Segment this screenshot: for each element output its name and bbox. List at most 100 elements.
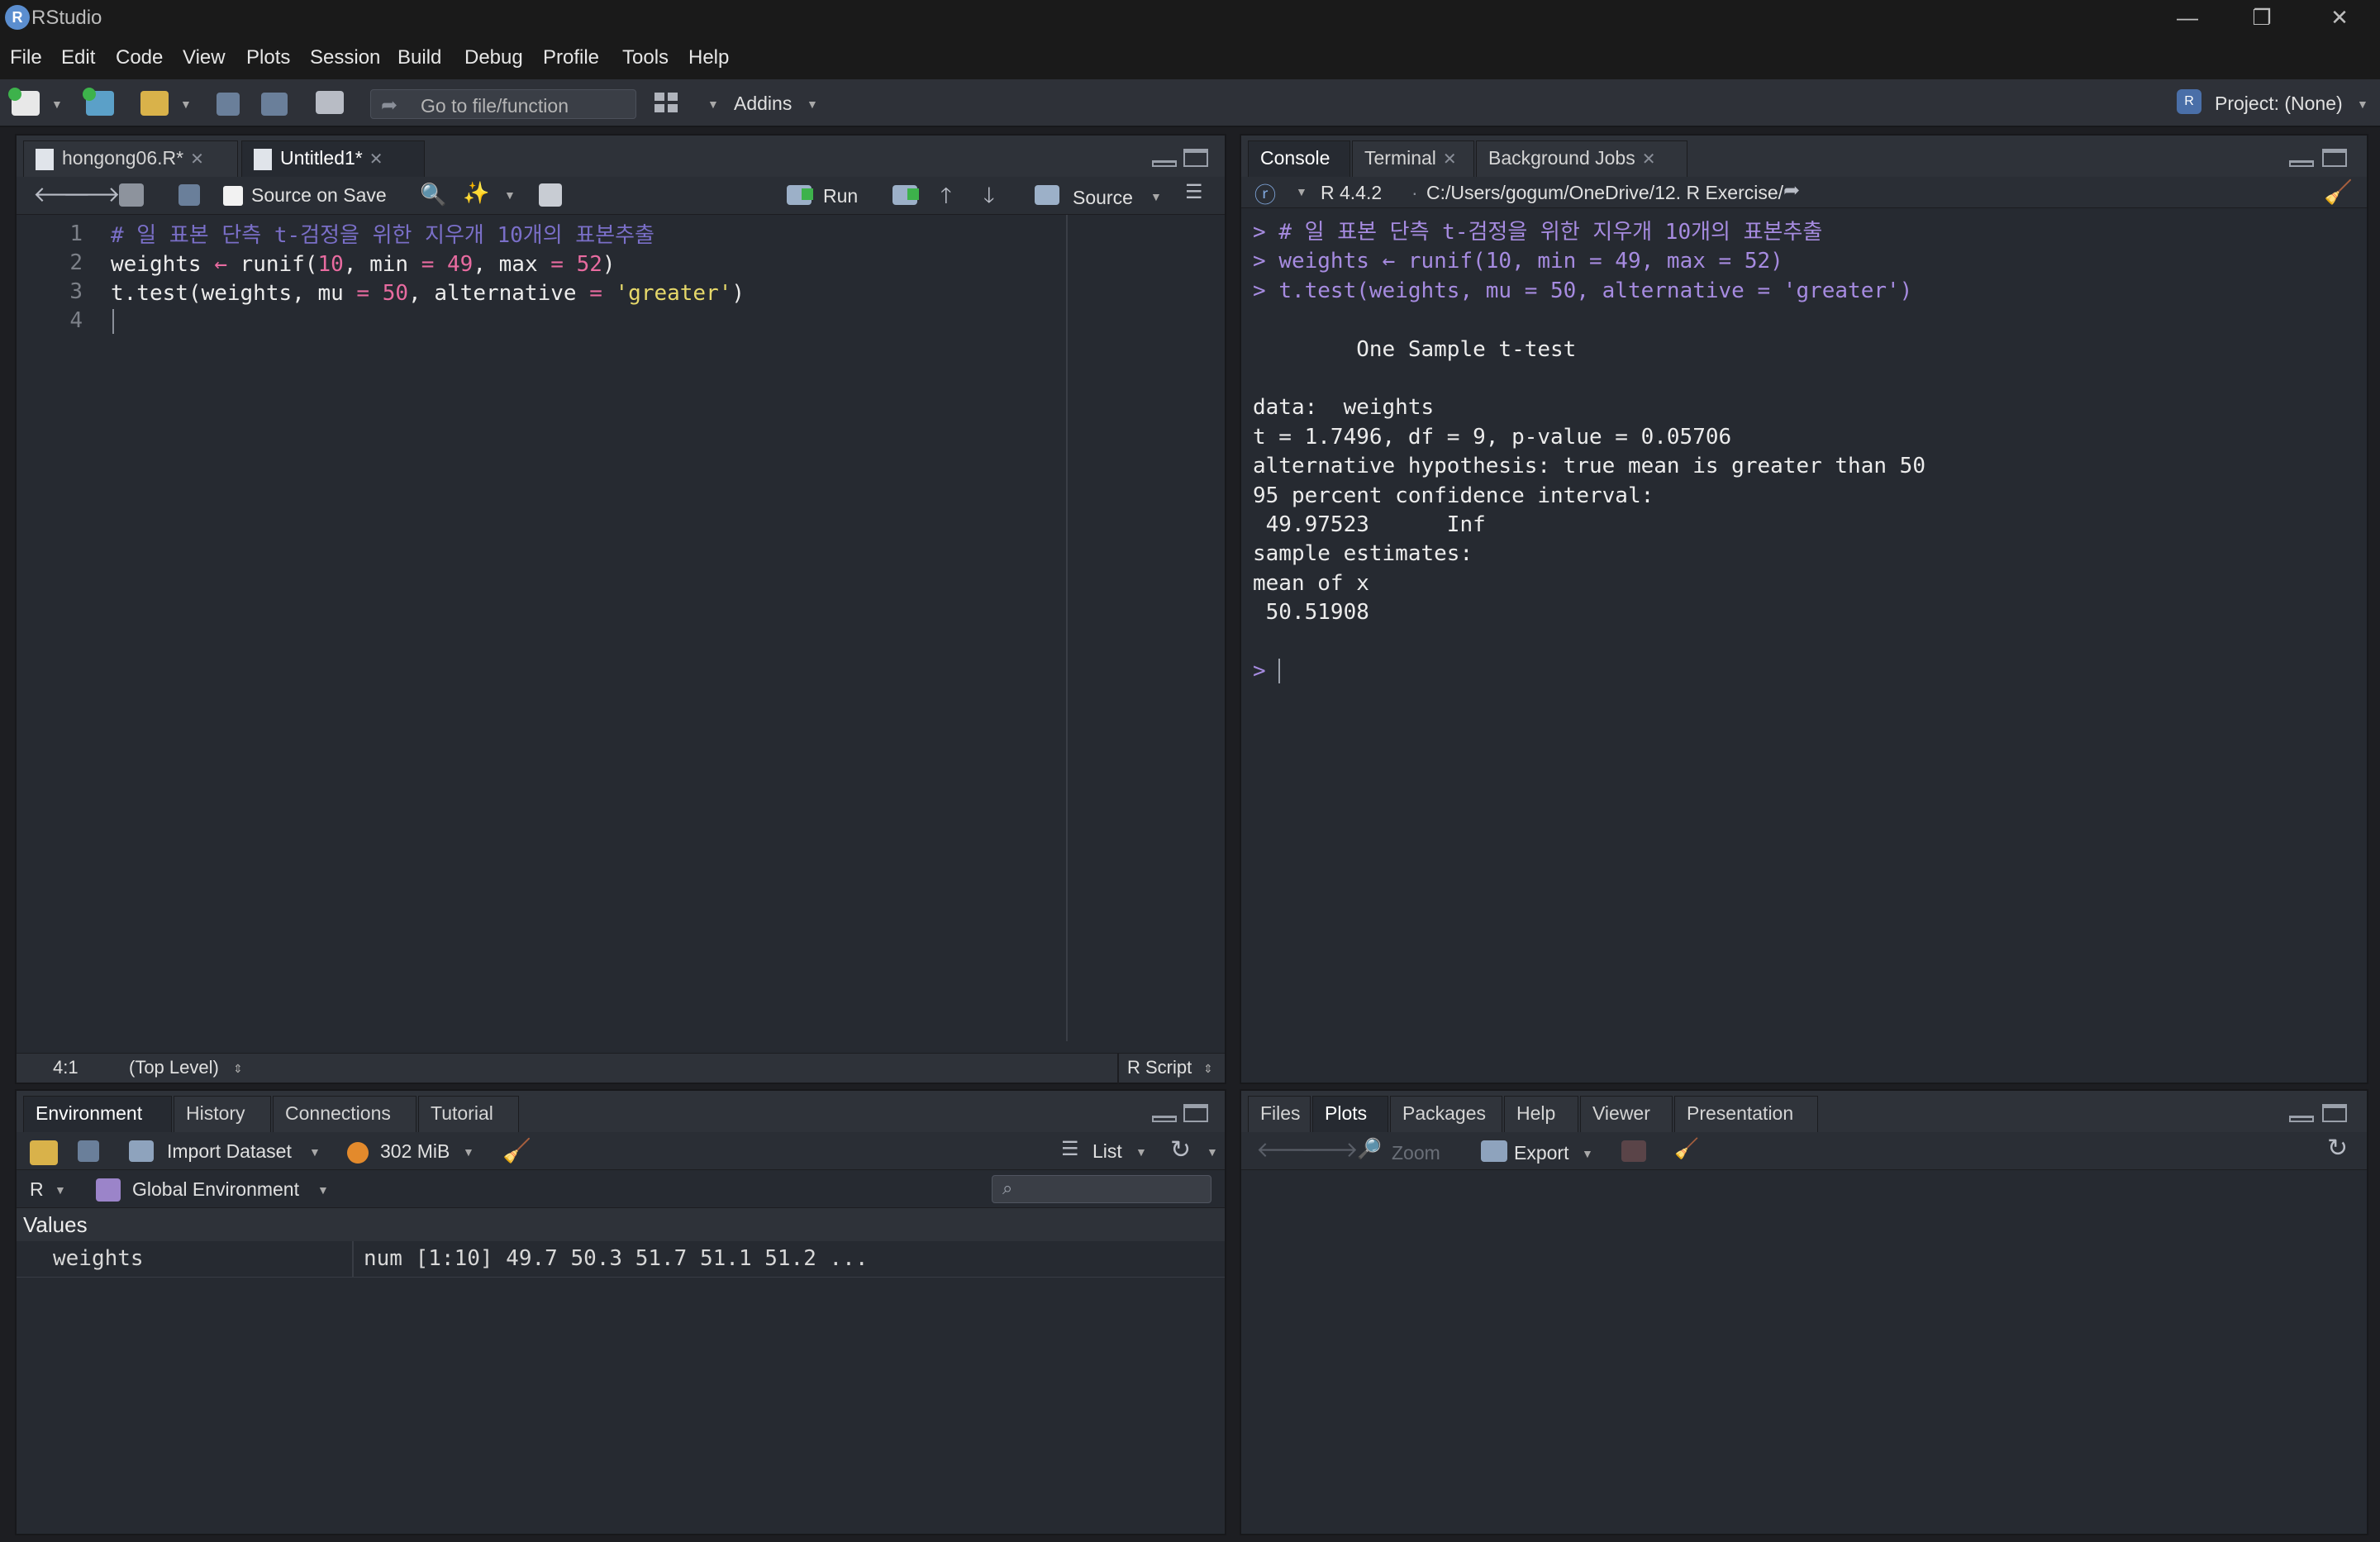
save-icon[interactable] bbox=[217, 93, 240, 116]
tab-console[interactable]: Console bbox=[1248, 140, 1350, 177]
tab-terminal[interactable]: Terminal ✕ bbox=[1352, 140, 1474, 177]
refresh-dropdown-icon[interactable]: ▼ bbox=[1207, 1145, 1218, 1159]
environment-scope-selector[interactable]: Global Environment bbox=[132, 1178, 299, 1201]
search-icon[interactable]: 🔍 bbox=[420, 182, 446, 207]
project-menu[interactable]: Project: (None) bbox=[2215, 93, 2343, 115]
tab-connections[interactable]: Connections bbox=[273, 1096, 416, 1132]
minimize-pane-icon[interactable] bbox=[1152, 160, 1177, 167]
menu-tools[interactable]: Tools bbox=[622, 46, 669, 69]
tab-background-jobs[interactable]: Background Jobs ✕ bbox=[1476, 140, 1687, 177]
code-tools-dropdown-icon[interactable]: ▼ bbox=[504, 188, 516, 202]
source-dropdown-icon[interactable]: ▼ bbox=[1150, 190, 1162, 203]
file-type-selector[interactable]: R Script bbox=[1127, 1057, 1192, 1078]
tab-environment[interactable]: Environment bbox=[23, 1096, 172, 1132]
document-outline-icon[interactable]: ☰ bbox=[1185, 180, 1203, 204]
tab-presentation[interactable]: Presentation bbox=[1674, 1096, 1818, 1132]
tab-untitled1[interactable]: Untitled1* ✕ bbox=[241, 140, 425, 177]
scope-dropdown-icon[interactable]: ▼ bbox=[317, 1183, 329, 1197]
minimize-pane-icon[interactable] bbox=[2289, 1116, 2314, 1122]
menu-build[interactable]: Build bbox=[397, 46, 441, 69]
restore-button[interactable]: ❐ bbox=[2225, 0, 2299, 38]
tab-help[interactable]: Help bbox=[1504, 1096, 1578, 1132]
close-tab-icon[interactable]: ✕ bbox=[1642, 150, 1656, 169]
next-plot-icon[interactable]: 🡒 bbox=[1301, 1137, 1359, 1163]
workspace-panes-dropdown-icon[interactable]: ▼ bbox=[707, 98, 719, 111]
view-mode-selector[interactable]: List bbox=[1092, 1140, 1122, 1163]
menu-edit[interactable]: Edit bbox=[61, 46, 95, 69]
tab-packages[interactable]: Packages bbox=[1390, 1096, 1502, 1132]
minimize-pane-icon[interactable] bbox=[1152, 1116, 1177, 1122]
open-file-icon[interactable] bbox=[140, 91, 169, 116]
addins-menu[interactable]: Addins bbox=[734, 93, 792, 115]
go-to-directory-icon[interactable]: ➦ bbox=[1783, 178, 1800, 202]
environment-search-input[interactable]: ⌕ bbox=[992, 1175, 1211, 1203]
minimize-pane-icon[interactable] bbox=[2289, 160, 2314, 167]
import-dataset-dropdown-icon[interactable]: ▼ bbox=[309, 1145, 321, 1159]
addins-dropdown-icon[interactable]: ▼ bbox=[807, 98, 818, 111]
workspace-panes-icon[interactable] bbox=[650, 89, 683, 116]
menu-code[interactable]: Code bbox=[116, 46, 163, 69]
tab-tutorial[interactable]: Tutorial bbox=[418, 1096, 519, 1132]
go-to-next-section-icon[interactable]: 🡓 bbox=[983, 180, 995, 217]
import-dataset-button[interactable]: Import Dataset bbox=[167, 1140, 292, 1163]
language-dropdown-icon[interactable]: ▼ bbox=[55, 1183, 66, 1197]
project-dropdown-icon[interactable]: ▼ bbox=[2357, 98, 2368, 111]
new-project-icon[interactable] bbox=[83, 88, 114, 116]
save-file-icon[interactable] bbox=[178, 184, 200, 206]
scope-selector[interactable]: (Top Level) bbox=[129, 1057, 219, 1078]
code-tools-wand-icon[interactable]: ✨ bbox=[463, 180, 489, 206]
forward-icon[interactable]: 🡒 bbox=[63, 182, 121, 207]
show-in-window-icon[interactable] bbox=[119, 183, 144, 207]
maximize-pane-icon[interactable] bbox=[2322, 149, 2347, 167]
refresh-icon[interactable]: ↻ bbox=[1170, 1135, 1191, 1164]
clear-plots-broom-icon[interactable]: 🧹 bbox=[1674, 1137, 1699, 1161]
tab-history[interactable]: History bbox=[174, 1096, 271, 1132]
open-file-dropdown-icon[interactable]: ▼ bbox=[180, 98, 192, 111]
scope-dropdown-icon[interactable]: ⇕ bbox=[233, 1062, 243, 1076]
tab-plots[interactable]: Plots bbox=[1312, 1096, 1388, 1132]
load-workspace-icon[interactable] bbox=[30, 1140, 58, 1165]
memory-usage-label[interactable]: 302 MiB bbox=[380, 1140, 450, 1163]
refresh-icon[interactable]: ↻ bbox=[2327, 1134, 2348, 1163]
close-tab-icon[interactable]: ✕ bbox=[369, 150, 383, 169]
view-mode-dropdown-icon[interactable]: ▼ bbox=[1135, 1145, 1147, 1159]
source-button[interactable]: Source bbox=[1073, 187, 1133, 209]
compile-report-icon[interactable] bbox=[539, 183, 562, 207]
clear-objects-broom-icon[interactable]: 🧹 bbox=[502, 1137, 531, 1164]
menu-plots[interactable]: Plots bbox=[246, 46, 290, 69]
close-tab-icon[interactable]: ✕ bbox=[1443, 150, 1457, 169]
menu-profile[interactable]: Profile bbox=[543, 46, 599, 69]
zoom-button[interactable]: Zoom bbox=[1392, 1142, 1440, 1164]
maximize-pane-icon[interactable] bbox=[2322, 1104, 2347, 1122]
new-file-icon[interactable] bbox=[8, 88, 40, 116]
source-on-save-checkbox[interactable] bbox=[223, 186, 243, 206]
export-dropdown-icon[interactable]: ▼ bbox=[1582, 1147, 1593, 1160]
maximize-pane-icon[interactable] bbox=[1183, 149, 1208, 167]
close-window-button[interactable]: ✕ bbox=[2302, 0, 2377, 38]
tab-files[interactable]: Files bbox=[1248, 1096, 1311, 1132]
language-selector[interactable]: R bbox=[30, 1178, 44, 1201]
menu-view[interactable]: View bbox=[183, 46, 226, 69]
menu-debug[interactable]: Debug bbox=[464, 46, 523, 69]
export-button[interactable]: Export bbox=[1514, 1142, 1568, 1164]
save-all-icon[interactable] bbox=[261, 93, 288, 116]
menu-help[interactable]: Help bbox=[688, 46, 729, 69]
run-button[interactable]: Run bbox=[823, 185, 858, 207]
minimize-button[interactable]: — bbox=[2150, 0, 2225, 38]
tab-viewer[interactable]: Viewer bbox=[1580, 1096, 1673, 1132]
save-workspace-icon[interactable] bbox=[78, 1140, 99, 1162]
clear-console-broom-icon[interactable]: 🧹 bbox=[2324, 178, 2353, 206]
tab-hongong06[interactable]: hongong06.R* ✕ bbox=[23, 140, 238, 177]
memory-dropdown-icon[interactable]: ▼ bbox=[463, 1145, 474, 1159]
file-type-dropdown-icon[interactable]: ⇕ bbox=[1203, 1062, 1213, 1076]
new-file-dropdown-icon[interactable]: ▼ bbox=[51, 98, 63, 111]
console-output[interactable]: > # 일 표본 단측 t-검정을 위한 지우개 10개의 표본추출 > weig… bbox=[1241, 218, 2367, 1083]
menu-session[interactable]: Session bbox=[310, 46, 380, 69]
rerun-icon[interactable] bbox=[892, 185, 919, 205]
language-dropdown-icon[interactable]: ▼ bbox=[1296, 185, 1307, 198]
environment-row[interactable]: weights num [1:10] 49.7 50.3 51.7 51.1 5… bbox=[17, 1241, 1225, 1278]
goto-file-function-input[interactable]: ➦ Go to file/function bbox=[370, 89, 636, 119]
menu-file[interactable]: File bbox=[10, 46, 42, 69]
remove-plot-icon[interactable] bbox=[1621, 1140, 1646, 1162]
close-tab-icon[interactable]: ✕ bbox=[190, 150, 204, 169]
